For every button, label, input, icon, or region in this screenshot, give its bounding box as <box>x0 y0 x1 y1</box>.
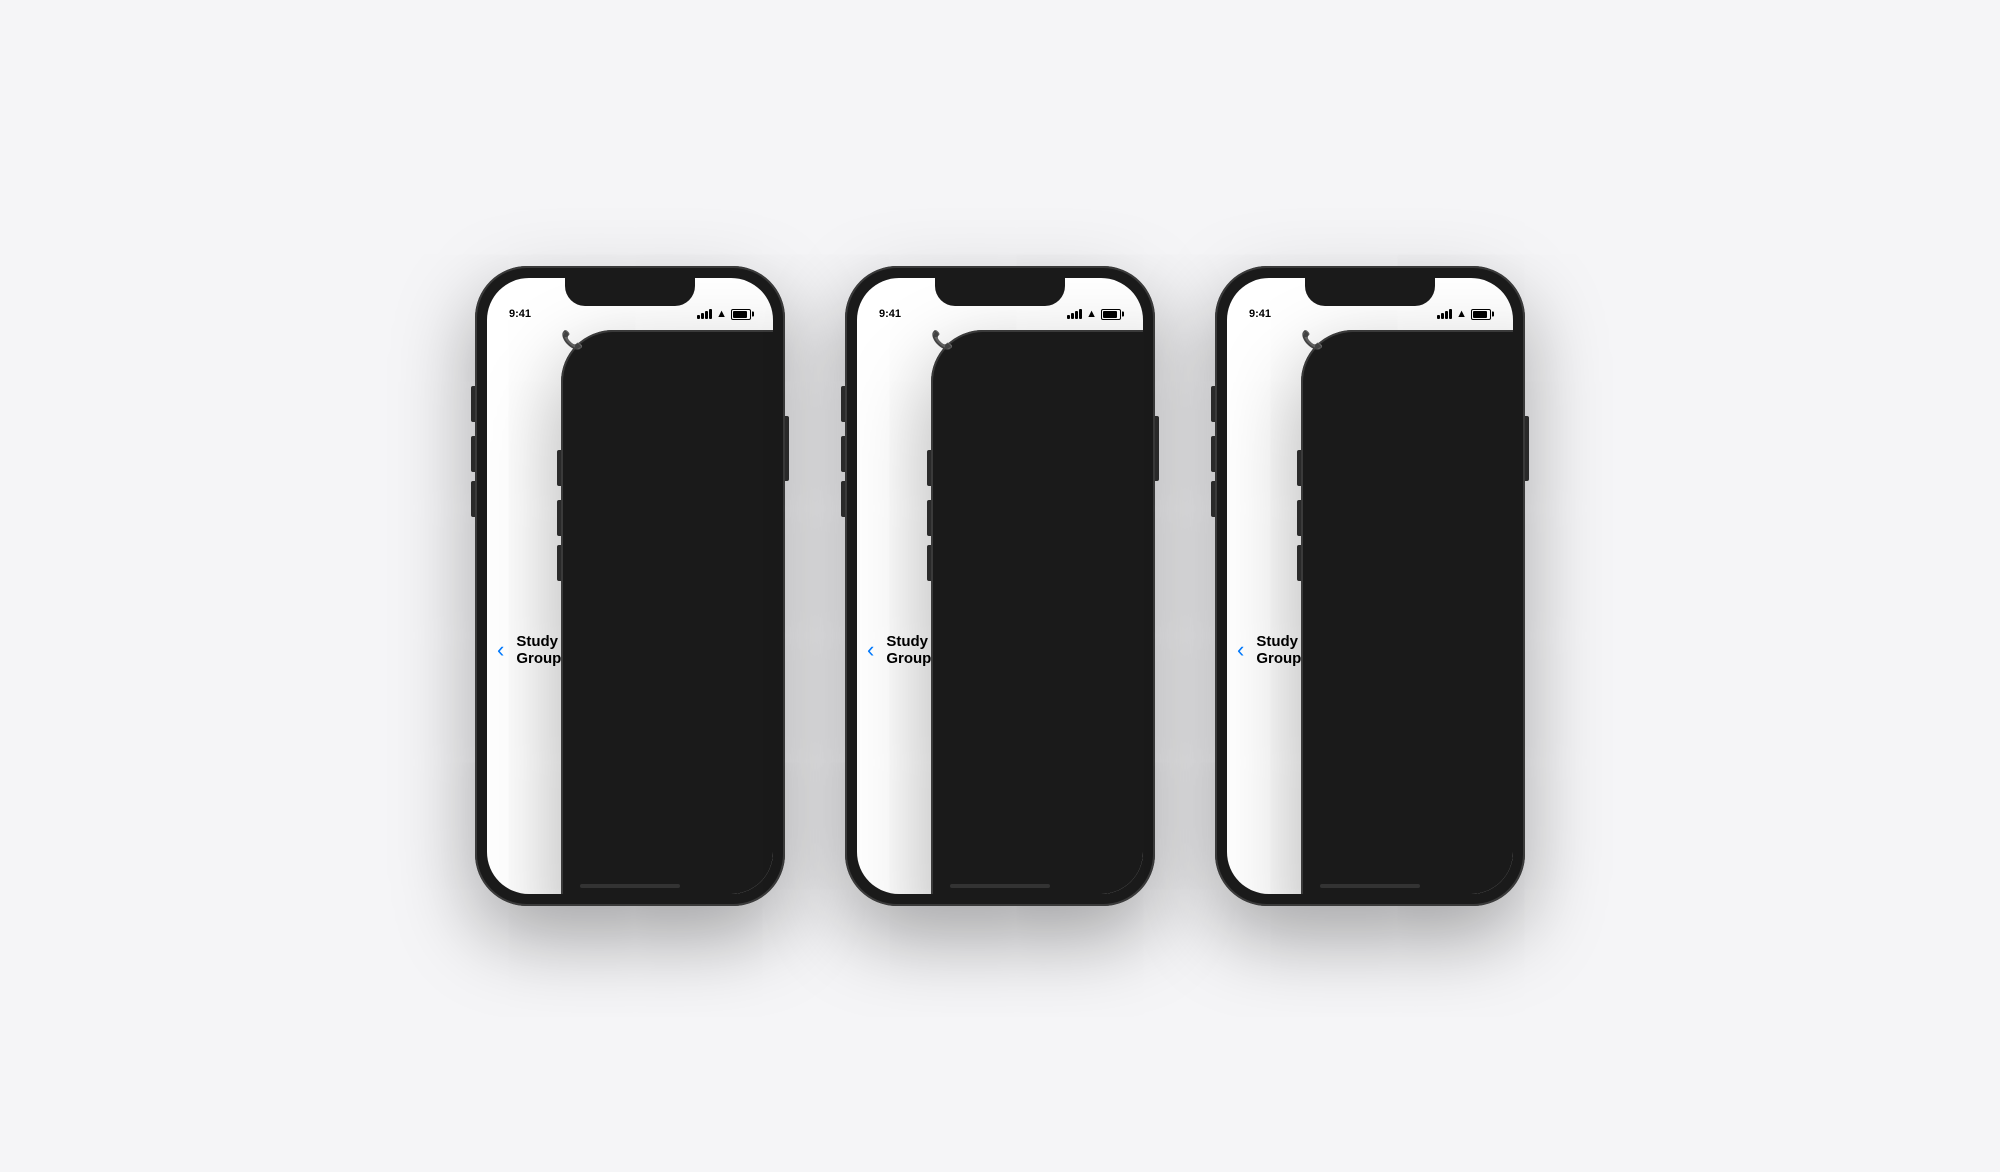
wifi-1: ▲ <box>716 308 727 320</box>
phone-icon-3[interactable]: 📞 <box>1301 330 1513 894</box>
back-button-3[interactable]: ‹ <box>1237 639 1244 661</box>
status-right-1: ▲ <box>697 308 751 320</box>
signal-3 <box>1437 309 1452 319</box>
header-icons-1: 📞 📹 <box>561 330 773 894</box>
time-2: 9:41 <box>879 308 901 320</box>
screen-2: 9:41 ▲ ‹ 👥 Study Group <box>857 278 1143 894</box>
scene: 9:41 ▲ ‹ 👥 Study <box>435 226 1565 946</box>
signal-2 <box>1067 309 1082 319</box>
time-3: 9:41 <box>1249 308 1271 320</box>
phone-1: 9:41 ▲ ‹ 👥 Study <box>475 266 785 906</box>
screen-3: 9:41 ▲ ‹ 👥 Study Group <box>1227 278 1513 894</box>
header-icons-2: 📞 📹 <box>931 330 1143 894</box>
notch-2 <box>935 278 1065 306</box>
chat-header-2: ‹ 👥 Study Group 📞 📹 <box>857 324 1143 894</box>
battery-2 <box>1101 309 1121 320</box>
status-right-2: ▲ <box>1067 308 1121 320</box>
notch-3 <box>1305 278 1435 306</box>
phone-icon-1[interactable]: 📞 <box>561 330 773 894</box>
wifi-2: ▲ <box>1086 308 1097 320</box>
time-1: 9:41 <box>509 308 531 320</box>
home-bar-2 <box>950 884 1050 888</box>
status-right-3: ▲ <box>1437 308 1491 320</box>
phone-2: 9:41 ▲ ‹ 👥 Study Group <box>845 266 1155 906</box>
screen-1: 9:41 ▲ ‹ 👥 Study <box>487 278 773 894</box>
header-title-2: Study Group <box>886 633 931 667</box>
phone-3: 9:41 ▲ ‹ 👥 Study Group <box>1215 266 1525 906</box>
wifi-3: ▲ <box>1456 308 1467 320</box>
battery-3 <box>1471 309 1491 320</box>
chat-header-1: ‹ 👥 Study Group 📞 📹 <box>487 324 773 894</box>
battery-1 <box>731 309 751 320</box>
back-button-1[interactable]: ‹ <box>497 639 504 661</box>
home-bar-1 <box>580 884 680 888</box>
notch-1 <box>565 278 695 306</box>
home-bar-3 <box>1320 884 1420 888</box>
header-title-3: Study Group <box>1256 633 1301 667</box>
back-button-2[interactable]: ‹ <box>867 639 874 661</box>
chat-header-3: ‹ 👥 Study Group 📞 📹 <box>1227 324 1513 894</box>
header-icons-3: 📞 📹 <box>1301 330 1513 894</box>
phone-icon-2[interactable]: 📞 <box>931 330 1143 894</box>
header-title-1: Study Group <box>516 633 561 667</box>
signal-1 <box>697 309 712 319</box>
